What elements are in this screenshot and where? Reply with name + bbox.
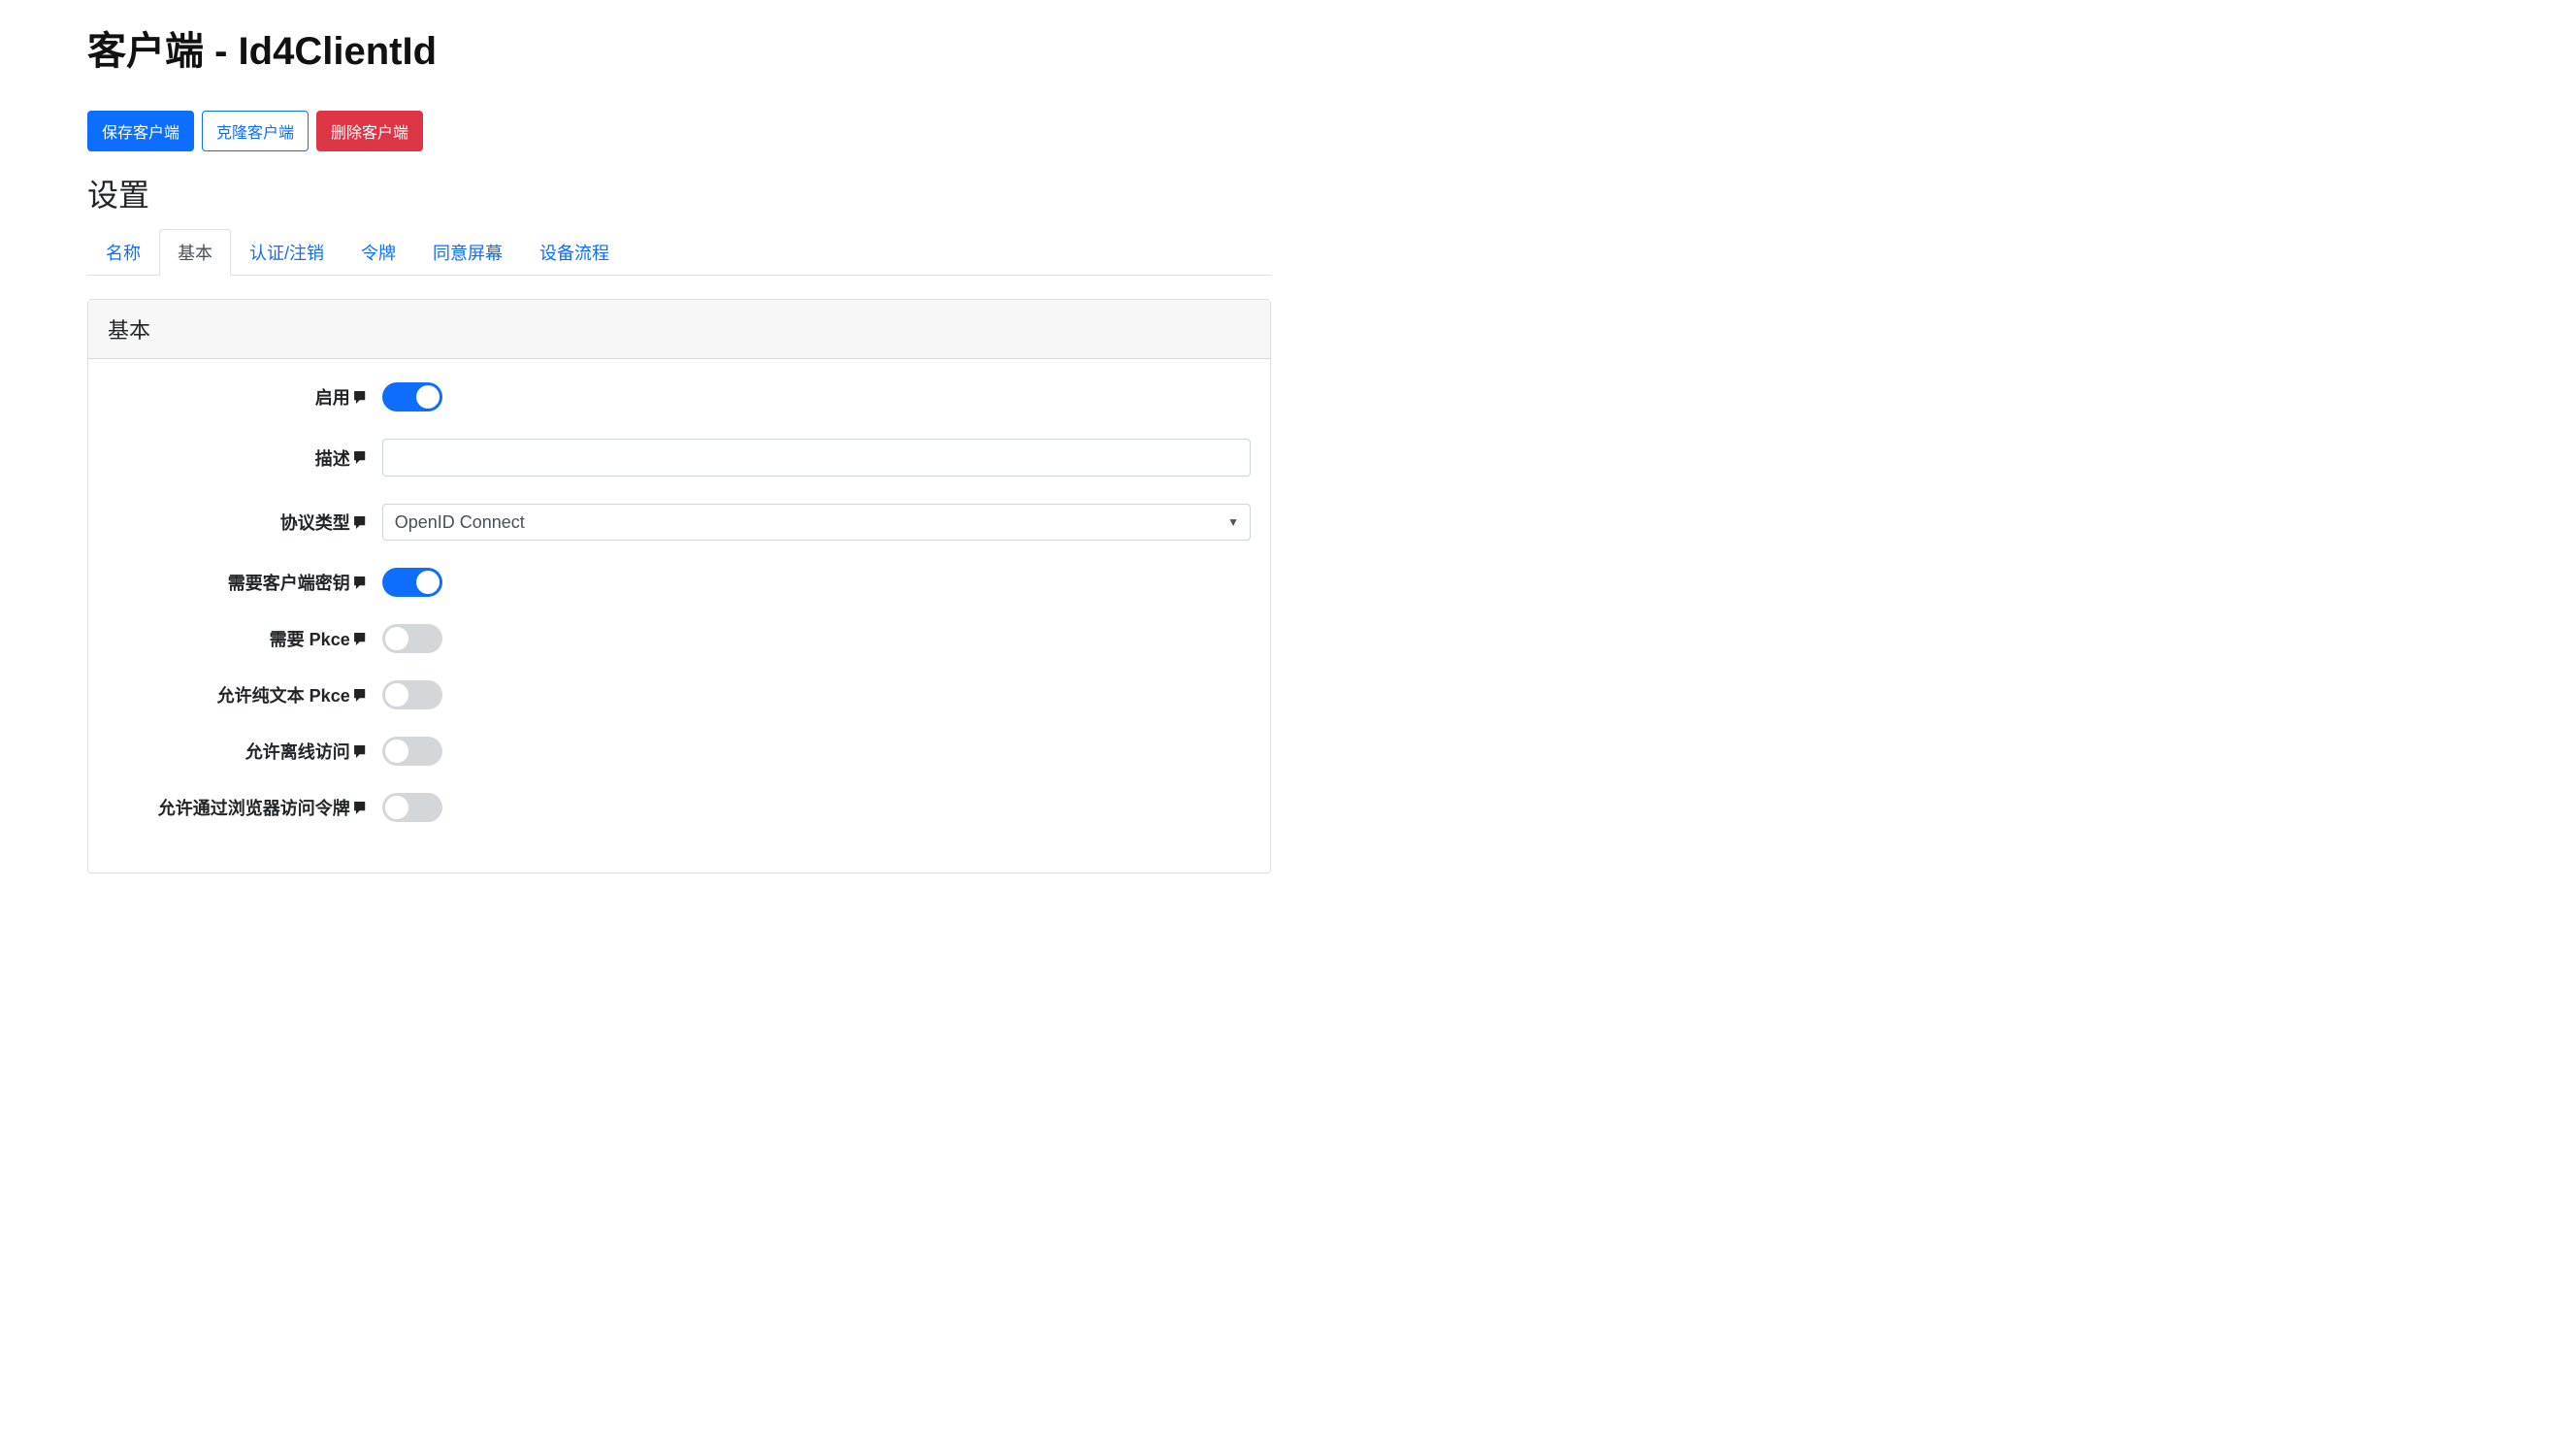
tab-auth[interactable]: 认证/注销 [231, 229, 342, 276]
info-icon [354, 745, 369, 758]
tab-token[interactable]: 令牌 [342, 229, 414, 276]
action-buttons: 保存客户端 克隆客户端 删除客户端 [87, 111, 1271, 151]
clone-client-button[interactable]: 克隆客户端 [202, 111, 309, 151]
enabled-toggle[interactable] [382, 382, 442, 411]
settings-tabs: 名称 基本 认证/注销 令牌 同意屏幕 设备流程 [87, 229, 1271, 276]
info-icon [354, 451, 369, 464]
allow-browser-token-toggle[interactable] [382, 793, 442, 822]
allow-browser-token-label: 允许通过浏览器访问令牌 [108, 795, 382, 820]
require-client-secret-label: 需要客户端密钥 [108, 570, 382, 595]
page-title: 客户端 - Id4ClientId [87, 19, 1271, 76]
info-icon [354, 576, 369, 589]
description-input[interactable] [382, 439, 1251, 477]
info-icon [354, 516, 369, 529]
info-icon [354, 391, 369, 404]
tab-basic[interactable]: 基本 [159, 229, 231, 276]
basic-card: 基本 启用 描述 [87, 299, 1271, 873]
tab-consent[interactable]: 同意屏幕 [414, 229, 521, 276]
allow-offline-access-toggle[interactable] [382, 737, 442, 766]
settings-heading: 设置 [87, 171, 1271, 215]
protocol-type-select[interactable]: OpenID Connect [382, 504, 1251, 541]
enabled-label: 启用 [108, 384, 382, 410]
info-icon [354, 802, 369, 814]
card-header: 基本 [88, 300, 1270, 359]
allow-plain-text-pkce-label: 允许纯文本 Pkce [108, 682, 382, 708]
save-client-button[interactable]: 保存客户端 [87, 111, 194, 151]
info-icon [354, 689, 369, 702]
allow-plain-text-pkce-toggle[interactable] [382, 680, 442, 709]
require-pkce-toggle[interactable] [382, 624, 442, 653]
allow-offline-access-label: 允许离线访问 [108, 739, 382, 764]
require-client-secret-toggle[interactable] [382, 568, 442, 597]
tab-device[interactable]: 设备流程 [521, 229, 628, 276]
description-label: 描述 [108, 445, 382, 471]
delete-client-button[interactable]: 删除客户端 [316, 111, 423, 151]
require-pkce-label: 需要 Pkce [108, 626, 382, 651]
tab-name[interactable]: 名称 [87, 229, 159, 276]
protocol-type-label: 协议类型 [108, 510, 382, 535]
info-icon [354, 633, 369, 645]
